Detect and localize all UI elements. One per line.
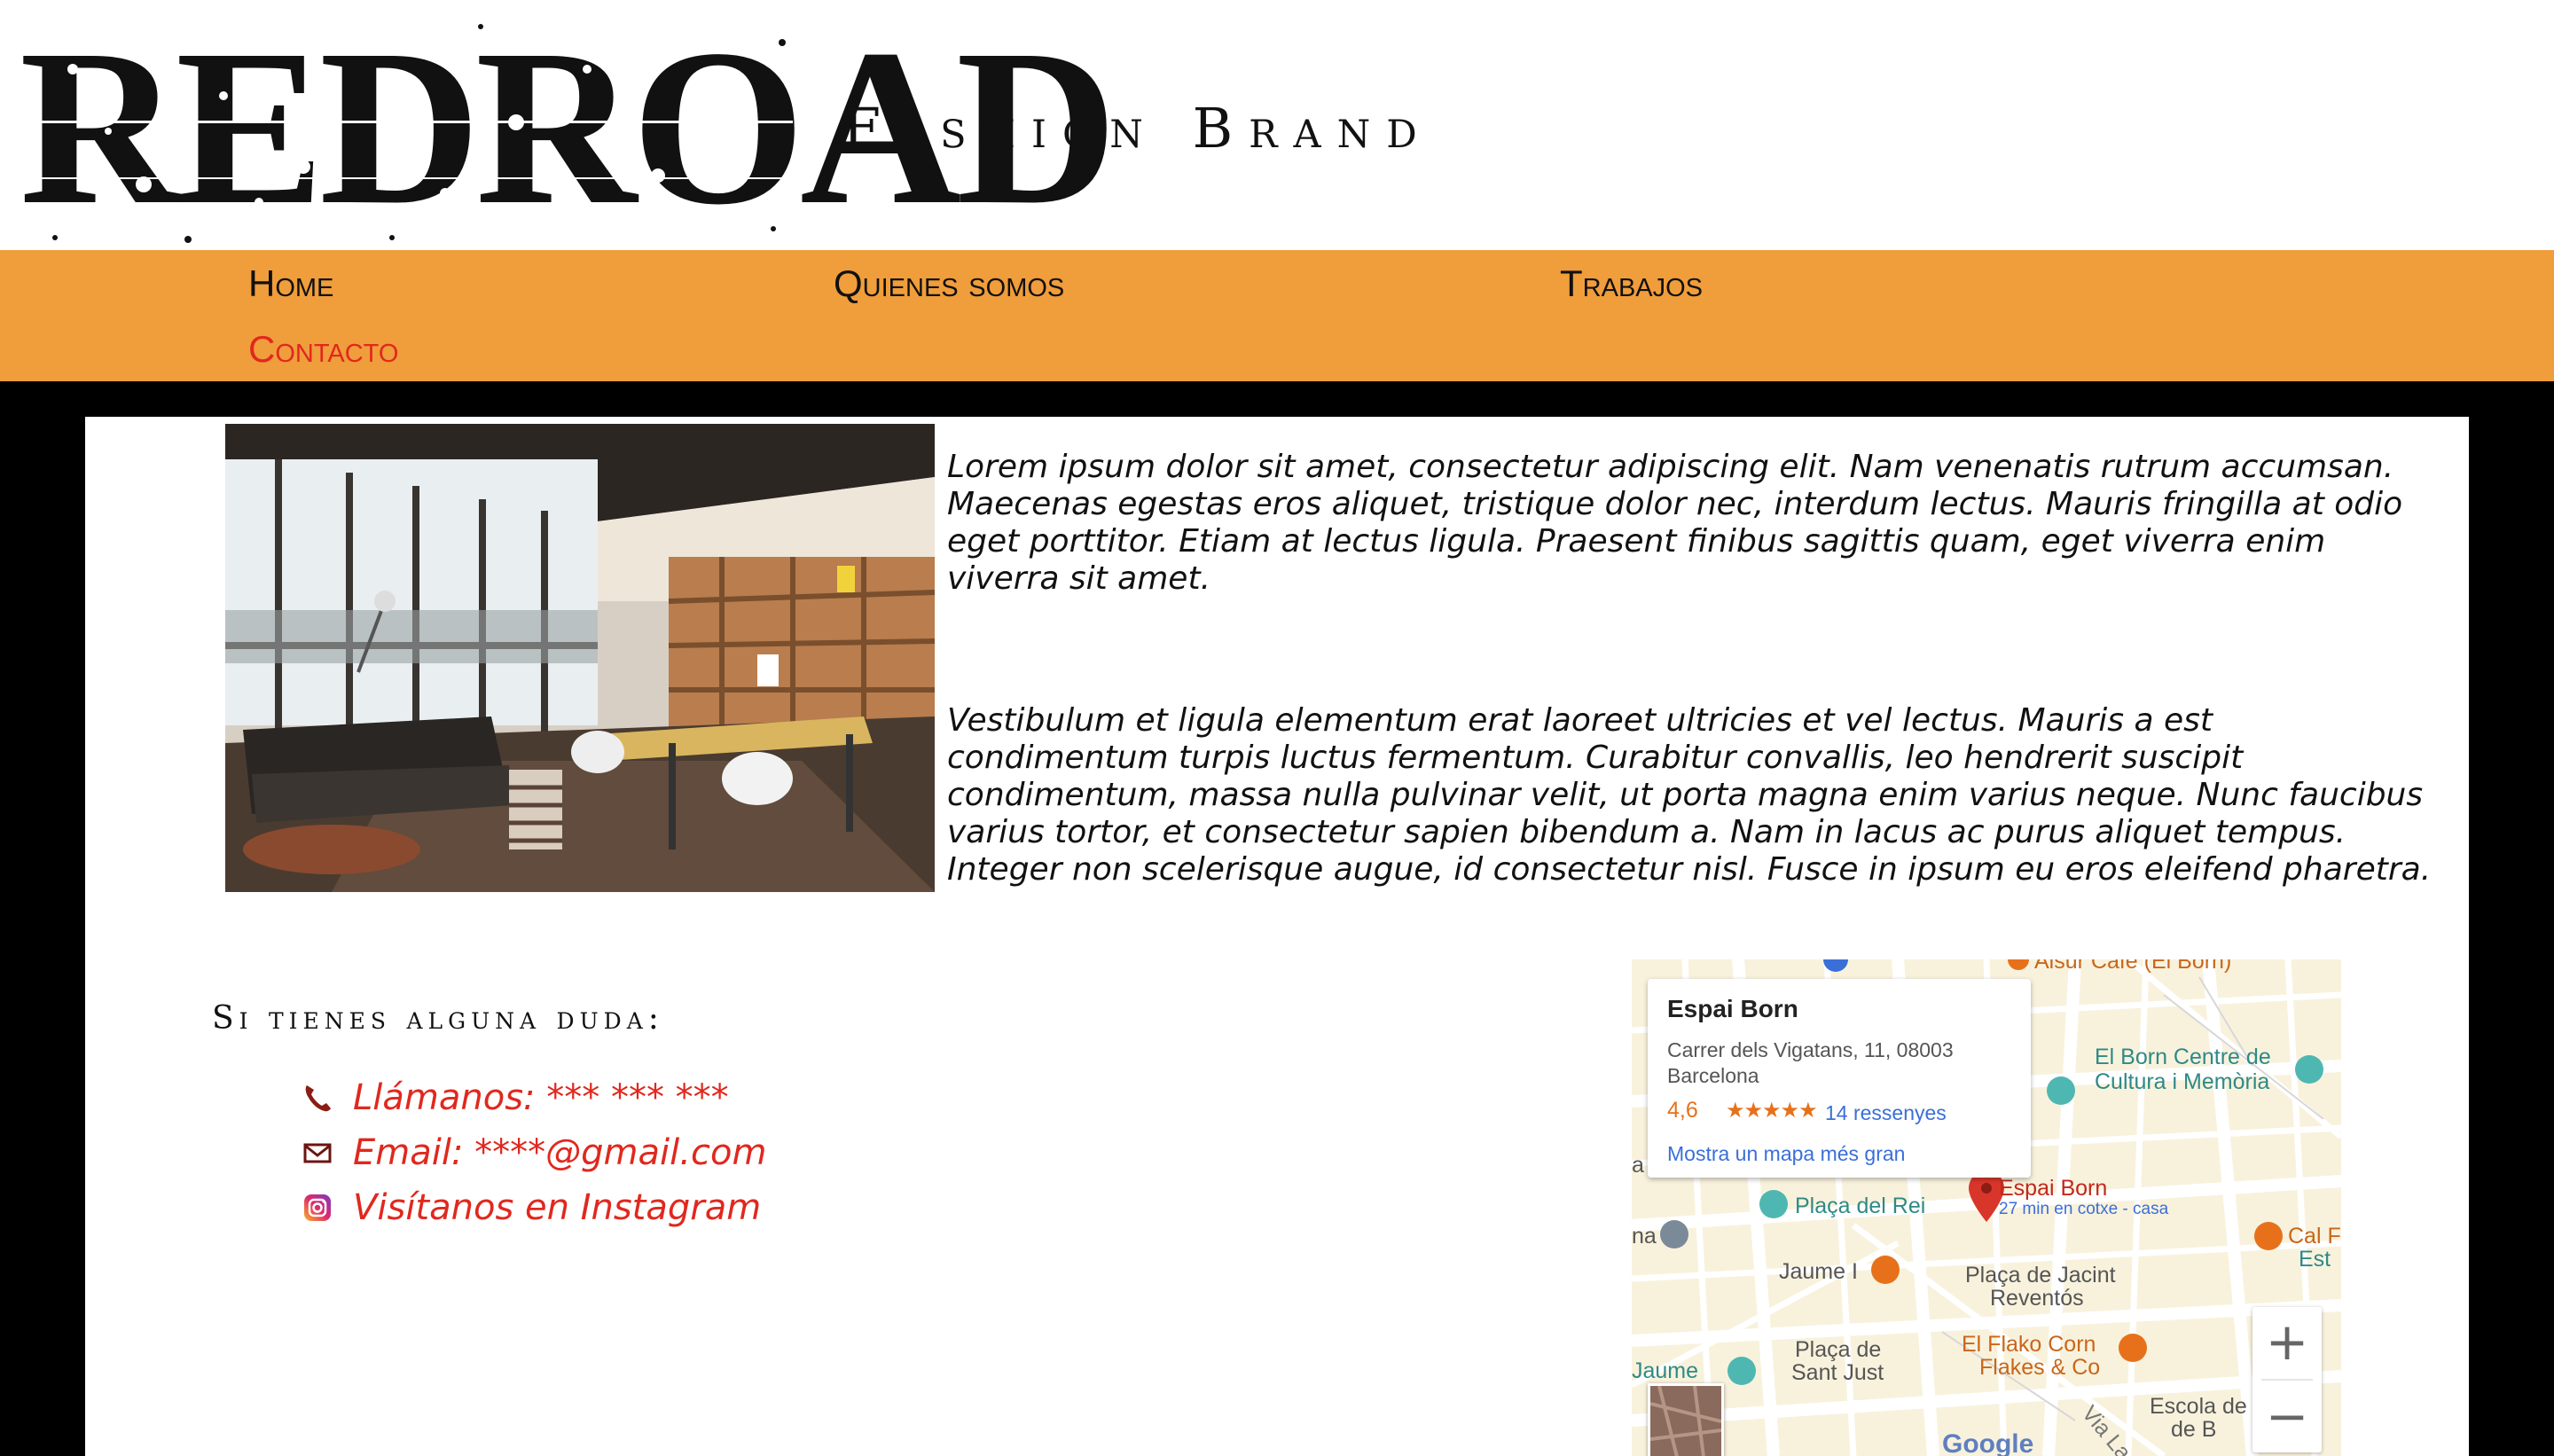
map-label-jacint-2: Reventós	[1990, 1286, 2084, 1311]
map-marker-sublabel: 27 min en cotxe - casa	[1999, 1200, 2169, 1218]
map-label-est: Est	[2299, 1247, 2331, 1272]
site-header: REDROAD Fashion Brand	[0, 0, 2554, 250]
place-name: Espai Born	[1667, 995, 1798, 1022]
map-label-flako-2: Flakes & Co	[1979, 1355, 2101, 1380]
map-label-sant-just-2: Sant Just	[1791, 1360, 1884, 1385]
place-address: Carrer dels Vigatans, 11, 08003 Barcelon…	[1667, 1038, 1954, 1087]
intro-paragraph-2: Vestibulum et ligula elementum erat laor…	[947, 702, 2432, 888]
nav-item-home[interactable]: Home	[248, 262, 333, 305]
map-label-born-centre-2: Cultura i Memòria	[2095, 1069, 2270, 1094]
office-photo	[225, 424, 935, 892]
brand-tagline: Fashion Brand	[842, 96, 1433, 160]
rating-stars-icon: ★★★★★	[1726, 1099, 1818, 1123]
google-logo-text: Google	[1942, 1429, 2034, 1456]
instagram-icon	[302, 1192, 333, 1224]
map-label-escola-2: de B	[2171, 1417, 2217, 1442]
intro-paragraph-1: Lorem ipsum dolor sit amet, consectetur …	[947, 449, 2403, 597]
zoom-controls: + −	[2252, 1307, 2322, 1452]
map-label-edge-na: na	[1632, 1224, 1657, 1249]
map-label-cafe: Aisur Cafe (El Born)	[2034, 959, 2232, 974]
map-label-jacint: Plaça de Jacint	[1965, 1263, 2116, 1288]
place-info-card: Espai Born Carrer dels Vigatans, 11, 080…	[1648, 979, 2031, 1178]
map-label-escola: Escola de	[2150, 1394, 2247, 1419]
google-logo: Google	[1942, 1429, 2033, 1456]
bigger-map-link[interactable]: Mostra un mapa més gran	[1667, 1142, 1905, 1166]
instagram-text: Visítanos en Instagram	[353, 1187, 762, 1228]
phone-text: Llámanos: *** *** ***	[353, 1077, 729, 1118]
contact-heading: Si tienes alguna duda:	[212, 1000, 664, 1037]
location-map[interactable]: El Born Centre de Cultura i Memòria Plaç…	[1632, 959, 2341, 1456]
map-label-edge-jaume: Jaume	[1632, 1358, 1699, 1383]
map-label-jaume: Jaume I	[1779, 1259, 1858, 1284]
brand-logo[interactable]: REDROAD	[20, 15, 1117, 247]
phone-icon	[302, 1082, 333, 1114]
map-label-cal: Cal F	[2288, 1224, 2341, 1249]
email-text: Email: ****@gmail.com	[353, 1132, 767, 1173]
envelope-icon	[302, 1137, 333, 1169]
zoom-out-button[interactable]: −	[2252, 1382, 2322, 1452]
nav-item-contacto[interactable]: Contacto	[248, 328, 398, 371]
map-label-edge-a: a	[1632, 1153, 1644, 1178]
nav-item-quienes-somos[interactable]: Quienes somos	[834, 262, 1064, 305]
map-label-placa-rei: Plaça del Rei	[1795, 1194, 1926, 1218]
map-label-sant-just: Plaça de	[1795, 1337, 1882, 1362]
map-label-born-centre: El Born Centre de	[2095, 1045, 2271, 1069]
main-nav: Home Quienes somos Trabajos Contacto	[0, 250, 2554, 381]
logo-grunge-texture	[20, 24, 793, 243]
nav-item-trabajos[interactable]: Trabajos	[1560, 262, 1703, 305]
zoom-in-button[interactable]: +	[2252, 1307, 2322, 1378]
satellite-toggle[interactable]	[1648, 1383, 1724, 1456]
reviews-link[interactable]: 14 ressenyes	[1825, 1101, 1947, 1125]
place-rating: 4,6	[1667, 1098, 1698, 1123]
map-label-flako: El Flako Corn	[1962, 1332, 2096, 1357]
main-content: Lorem ipsum dolor sit amet, consectetur …	[85, 417, 2469, 1456]
zoom-divider	[2261, 1379, 2313, 1381]
